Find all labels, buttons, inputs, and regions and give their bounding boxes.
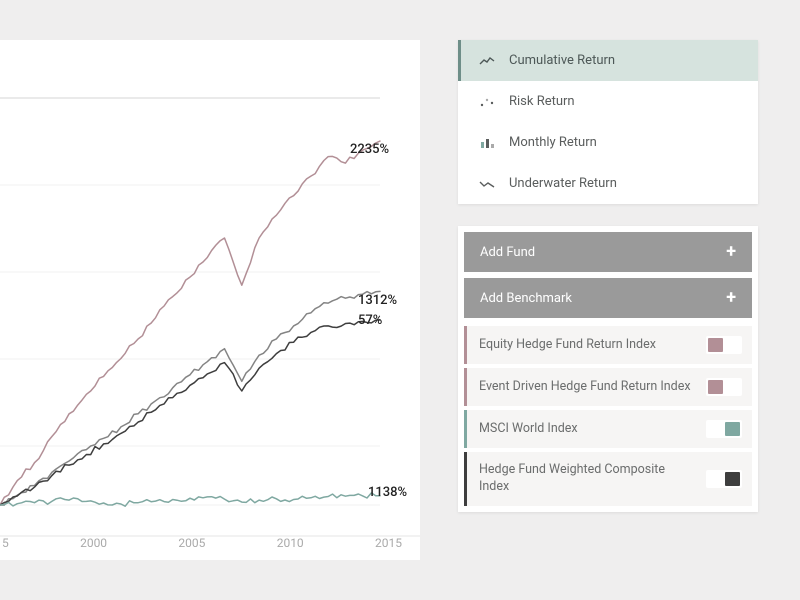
x-tick: 2005 [178, 536, 205, 554]
chart-panel: 2235% 1312% 57% 1138% 5 2000 2005 2010 2… [0, 40, 420, 560]
x-tick: 5 [2, 536, 9, 554]
benchmark-label: Equity Hedge Fund Return Index [467, 337, 696, 354]
benchmark-label: MSCI World Index [467, 421, 696, 438]
benchmark-msci: MSCI World Index [464, 410, 752, 448]
plus-icon: + [726, 243, 736, 261]
series-endlabel-composite: 57% [358, 313, 382, 328]
add-fund-button[interactable]: Add Fund + [464, 232, 752, 272]
chart-type-monthly[interactable]: Monthly Return [458, 122, 758, 163]
chart-type-risk[interactable]: Risk Return [458, 81, 758, 122]
line-icon [479, 54, 495, 68]
sidebar: Cumulative Return Risk Return Monthly Re… [458, 40, 758, 512]
cumulative-return-chart [0, 40, 420, 560]
benchmark-toggle[interactable] [706, 336, 742, 354]
series-line [0, 291, 380, 505]
area-icon [479, 177, 495, 191]
series-endlabel-msci: 1138% [368, 485, 407, 500]
benchmark-composite: Hedge Fund Weighted Composite Index [464, 452, 752, 506]
benchmark-toggle[interactable] [706, 470, 742, 488]
series-endlabel-event: 1312% [358, 293, 397, 308]
x-tick: 2010 [277, 536, 304, 554]
chart-type-underwater[interactable]: Underwater Return [458, 163, 758, 204]
benchmark-label: Hedge Fund Weighted Composite Index [467, 462, 696, 496]
series-endlabel-equity: 2235% [350, 142, 389, 157]
add-fund-label: Add Fund [480, 245, 535, 260]
chart-type-label: Underwater Return [509, 176, 617, 191]
series-line [0, 493, 380, 506]
benchmark-list: Equity Hedge Fund Return Index Event Dri… [458, 318, 758, 512]
x-tick: 2000 [80, 536, 107, 554]
chart-type-label: Monthly Return [509, 135, 597, 150]
benchmark-event: Event Driven Hedge Fund Return Index [464, 368, 752, 406]
chart-type-selector: Cumulative Return Risk Return Monthly Re… [458, 40, 758, 204]
series-line [0, 141, 380, 505]
benchmark-label: Event Driven Hedge Fund Return Index [467, 379, 696, 396]
chart-type-cumulative[interactable]: Cumulative Return [458, 40, 758, 81]
x-tick: 2015 [375, 536, 402, 554]
add-benchmark-label: Add Benchmark [480, 291, 572, 306]
chart-type-label: Risk Return [509, 94, 575, 109]
benchmarks-panel: Add Fund + Add Benchmark + Equity Hedge … [458, 226, 758, 512]
add-benchmark-button[interactable]: Add Benchmark + [464, 278, 752, 318]
bar-icon [479, 136, 495, 150]
chart-type-label: Cumulative Return [509, 53, 615, 68]
plus-icon: + [726, 289, 736, 307]
benchmark-toggle[interactable] [706, 420, 742, 438]
benchmark-toggle[interactable] [706, 378, 742, 396]
benchmark-equity: Equity Hedge Fund Return Index [464, 326, 752, 364]
series-line [0, 320, 380, 505]
x-axis-ticks: 5 2000 2005 2010 2015 [0, 536, 420, 554]
scatter-icon [479, 95, 495, 109]
